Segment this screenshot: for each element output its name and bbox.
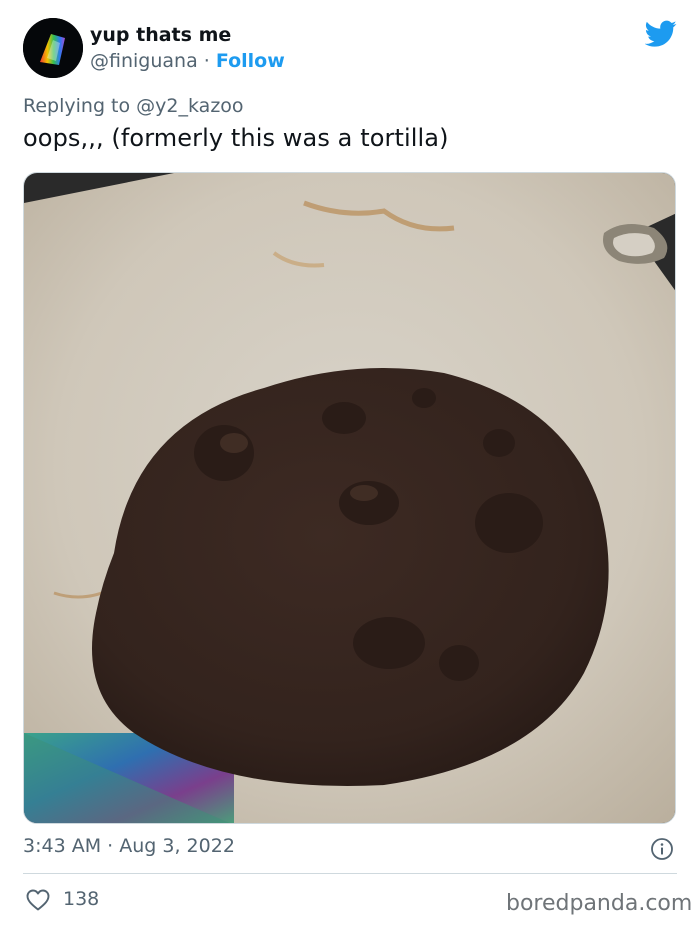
display-name[interactable]: yup thats me [90,24,231,46]
user-handle[interactable]: @finiguana [90,50,198,72]
tweet-text: oops,,, (formerly this was a tortilla) [23,124,449,152]
reply-mention-link[interactable]: @y2_kazoo [136,95,243,117]
separator-dot: · [203,50,210,72]
tweet-time: 3:43 AM [23,835,102,857]
follow-button[interactable]: Follow [216,50,285,72]
timestamp-separator: · [107,835,114,857]
tweet-date: Aug 3, 2022 [119,835,235,857]
tweet-photo[interactable] [23,172,676,824]
replying-to-label: Replying to [23,95,131,117]
divider [23,873,677,874]
handle-row: @finiguana · Follow [90,50,285,72]
watermark: boredpanda.com [506,891,693,916]
info-icon[interactable] [650,837,674,861]
like-count: 138 [63,888,100,910]
tweet-timestamp[interactable]: 3:43 AM · Aug 3, 2022 [23,835,235,857]
heart-icon[interactable] [26,889,50,911]
replying-to: Replying to @y2_kazoo [23,95,244,117]
avatar[interactable] [23,18,83,78]
twitter-bird-icon[interactable] [645,20,677,48]
